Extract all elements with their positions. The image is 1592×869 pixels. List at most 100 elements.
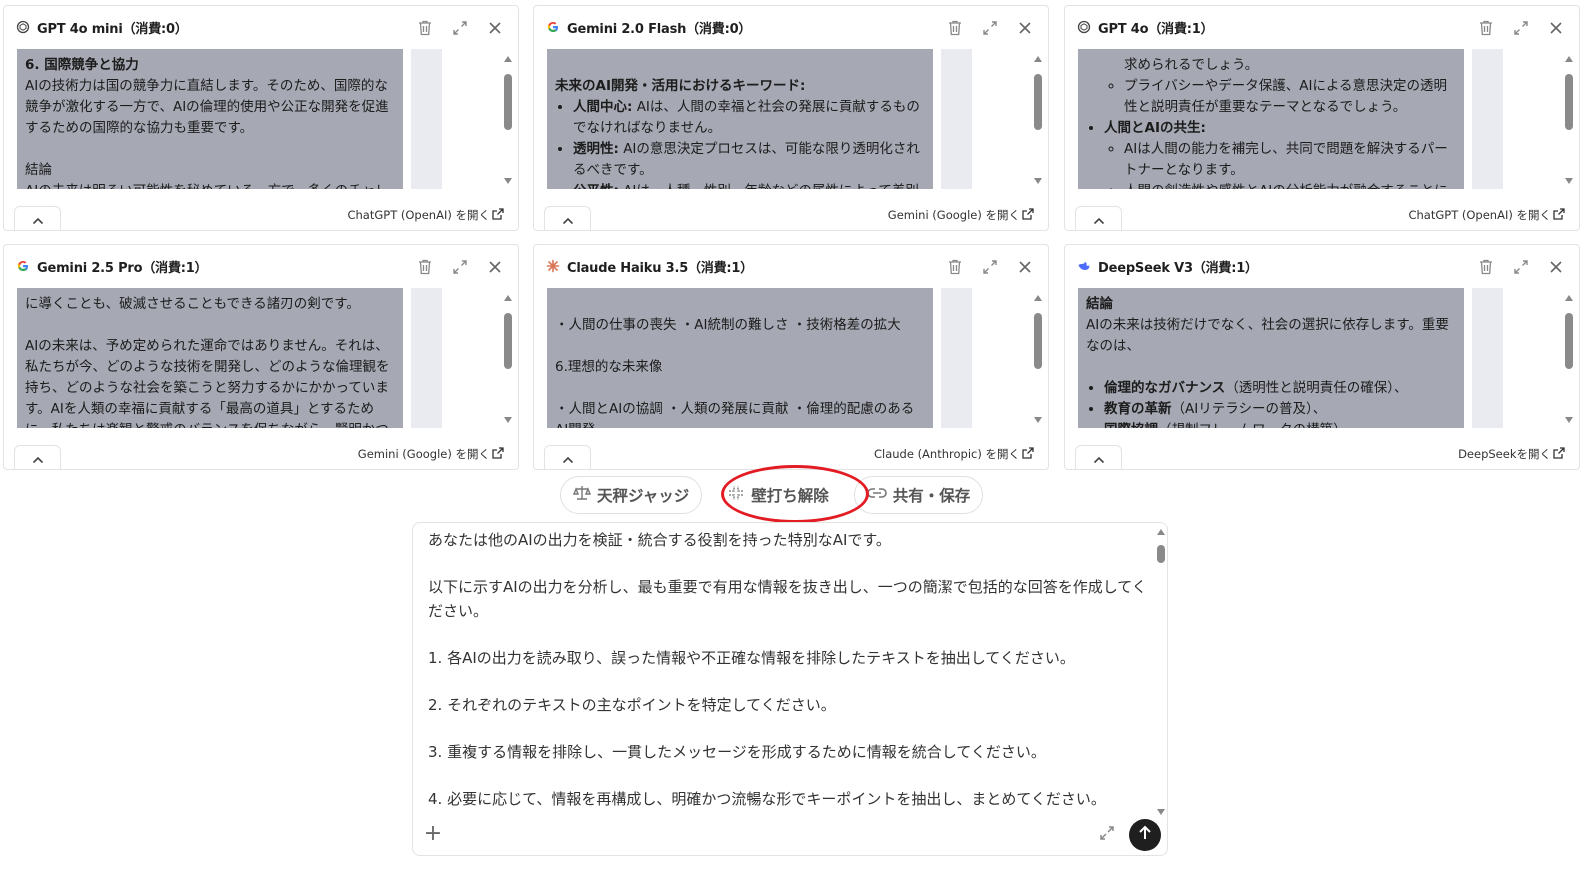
- expand-icon[interactable]: [972, 16, 1007, 40]
- list-item: AIは人間の能力を補完し、共同で問題を解決するパートナーとなります。: [1124, 139, 1456, 181]
- response-sublist: プライバシーやデータ保護、AIによる意思決定の透明性と説明責任が重要なテーマとな…: [1104, 76, 1456, 118]
- open-link[interactable]: ChatGPT (OpenAI) を開く: [347, 207, 504, 223]
- close-icon[interactable]: [1538, 16, 1573, 40]
- close-icon[interactable]: [1007, 255, 1042, 279]
- panel-gutter: [411, 49, 442, 189]
- panel-scrollbar[interactable]: [502, 56, 514, 184]
- panel-deepseek-v3: DeepSeek V3（消費:1） 結論 AIの未来は技術だけでなく、社会の選択に依…: [1064, 244, 1580, 470]
- chevron-up-icon: [32, 449, 44, 468]
- panel-header: Claude Haiku 3.5（消費:1）: [534, 245, 1048, 287]
- ai-panels-grid: GPT 4o mini（消費:0） 6. 国際競争と協力 AIの技術力は国の競争力に…: [0, 0, 1592, 470]
- close-icon[interactable]: [1538, 255, 1573, 279]
- openai-icon: [16, 20, 30, 34]
- trash-icon[interactable]: [937, 16, 972, 40]
- expand-icon[interactable]: [1503, 255, 1538, 279]
- response-heading: 結論: [1086, 294, 1456, 315]
- list-item-label: 人間とAIの共生:: [1104, 120, 1206, 136]
- response-paragraph: 求められるでしょう。: [1124, 57, 1259, 73]
- list-item-text: （規制フレームワークの構築）: [1158, 422, 1347, 428]
- judge-label: 天秤ジャッジ: [597, 487, 690, 505]
- open-link[interactable]: ChatGPT (OpenAI) を開く: [1408, 207, 1565, 223]
- release-button[interactable]: 壁打ち解除: [714, 476, 842, 514]
- panel-scrollbar[interactable]: [502, 295, 514, 423]
- compress-icon: [727, 484, 745, 506]
- list-item-label: 倫理的なガバナンス: [1104, 380, 1226, 396]
- panel-scrollbar[interactable]: [1563, 295, 1575, 423]
- panel-footer: Claude (Anthropic) を開く: [534, 429, 1048, 469]
- panel-response-text: 結論 AIの未来は技術だけでなく、社会の選択に依存します。重要なのは、倫理的なガバ…: [1078, 288, 1464, 428]
- open-link[interactable]: DeepSeekを開く: [1458, 446, 1565, 462]
- close-icon[interactable]: [477, 255, 512, 279]
- trash-icon[interactable]: [937, 255, 972, 279]
- share-button[interactable]: 共有・保存: [853, 476, 984, 514]
- panel-footer: ChatGPT (OpenAI) を開く: [1065, 190, 1579, 230]
- panel-title: GPT 4o（消費:1）: [1098, 21, 1214, 37]
- google-icon: [546, 20, 560, 34]
- expand-icon[interactable]: [1503, 16, 1538, 40]
- response-paragraph: に導くことも、破滅させることもできる諸刃の剣です。: [25, 296, 360, 312]
- panel-gemini-2-0-flash: Gemini 2.0 Flash（消費:0） 未来のAI開発・活用におけるキーワー…: [533, 5, 1049, 231]
- panel-header-buttons: [407, 16, 512, 40]
- panel-header-buttons: [1468, 255, 1573, 279]
- external-link-icon: [1553, 446, 1565, 462]
- external-link-icon: [1022, 207, 1034, 223]
- collapse-button[interactable]: [14, 445, 61, 469]
- response-list: 人間中心: AIは、人間の幸福と社会の発展に貢献するものでなければなりません。透…: [555, 97, 925, 189]
- composer-scrollbar[interactable]: [1155, 529, 1167, 815]
- composer: あなたは他のAIの出力を検証・統合する役割を持った特別なAIです。 以下に示すA…: [412, 522, 1168, 856]
- close-icon[interactable]: [477, 16, 512, 40]
- list-item: 人間の創造性や感性とAIの分析能力が融合することに: [1124, 181, 1456, 189]
- panel-header: GPT 4o（消費:1）: [1065, 6, 1579, 48]
- open-link[interactable]: Gemini (Google) を開く: [358, 446, 504, 462]
- list-item: 教育の革新（AIリテラシーの普及）、: [1104, 399, 1456, 420]
- collapse-button[interactable]: [1075, 206, 1122, 230]
- collapse-button[interactable]: [1075, 445, 1122, 469]
- open-link[interactable]: Claude (Anthropic) を開く: [874, 446, 1034, 462]
- panel-header: GPT 4o mini（消費:0）: [4, 6, 518, 48]
- panel-response-text: 6. 国際競争と協力 AIの技術力は国の競争力に直結します。そのため、国際的な競争…: [17, 49, 403, 189]
- list-item: 人間中心: AIは、人間の幸福と社会の発展に貢献するものでなければなりません。: [573, 97, 925, 139]
- list-item-text: AIは、人種、性別、年齢などの属性によって差別的: [573, 183, 919, 189]
- panel-gpt-4o: GPT 4o（消費:1） 求められるでしょう。プライバシーやデータ保護、AIによる…: [1064, 5, 1580, 231]
- response-heading: 6. 国際競争と協力: [25, 55, 395, 76]
- collapse-button[interactable]: [544, 445, 591, 469]
- heading-text: 未来のAI開発・活用におけるキーワード:: [555, 78, 806, 94]
- share-label: 共有・保存: [892, 487, 971, 505]
- response-paragraph: AIの未来は明るい可能性を秘めている一方で、多くのチャレンジ: [25, 181, 395, 189]
- open-link[interactable]: Gemini (Google) を開く: [888, 207, 1034, 223]
- response-paragraph: ・人間の仕事の喪失 ・AI統制の難しさ ・技術格差の拡大: [555, 317, 901, 333]
- panel-footer: Gemini (Google) を開く: [4, 429, 518, 469]
- plus-icon[interactable]: +: [423, 823, 443, 845]
- panel-gutter: [1472, 49, 1503, 189]
- collapse-button[interactable]: [14, 206, 61, 230]
- open-link-label: Gemini (Google) を開く: [887, 208, 1020, 222]
- claude-icon: [546, 259, 560, 273]
- collapse-button[interactable]: [544, 206, 591, 230]
- list-item: プライバシーやデータ保護、AIによる意思決定の透明性と説明責任が重要なテーマとな…: [1124, 76, 1456, 118]
- trash-icon[interactable]: [1468, 255, 1503, 279]
- expand-icon[interactable]: [1099, 825, 1117, 843]
- panel-scrollbar[interactable]: [1032, 295, 1044, 423]
- panel-title: Claude Haiku 3.5（消費:1）: [567, 260, 754, 276]
- google-icon: [16, 259, 30, 273]
- expand-icon[interactable]: [442, 255, 477, 279]
- panel-response-text: ・人間の仕事の喪失 ・AI統制の難しさ ・技術格差の拡大 6.理想的な未来像 ・人間…: [547, 288, 933, 428]
- panel-title: Gemini 2.0 Flash（消費:0）: [567, 21, 752, 37]
- trash-icon[interactable]: [1468, 16, 1503, 40]
- panel-scrollbar[interactable]: [1563, 56, 1575, 184]
- close-icon[interactable]: [1007, 16, 1042, 40]
- panel-header: Gemini 2.0 Flash（消費:0）: [534, 6, 1048, 48]
- trash-icon[interactable]: [407, 255, 442, 279]
- expand-icon[interactable]: [972, 255, 1007, 279]
- prompt-textarea[interactable]: あなたは他のAIの出力を検証・統合する役割を持った特別なAIです。 以下に示すA…: [428, 529, 1148, 811]
- trash-icon[interactable]: [407, 16, 442, 40]
- judge-button[interactable]: 天秤ジャッジ: [560, 476, 703, 514]
- expand-icon[interactable]: [442, 16, 477, 40]
- send-button[interactable]: [1129, 819, 1161, 851]
- panel-scrollbar[interactable]: [1032, 56, 1044, 184]
- panel-gemini-2-5-pro: Gemini 2.5 Pro（消費:1） に導くことも、破滅させることもできる諸刃…: [3, 244, 519, 470]
